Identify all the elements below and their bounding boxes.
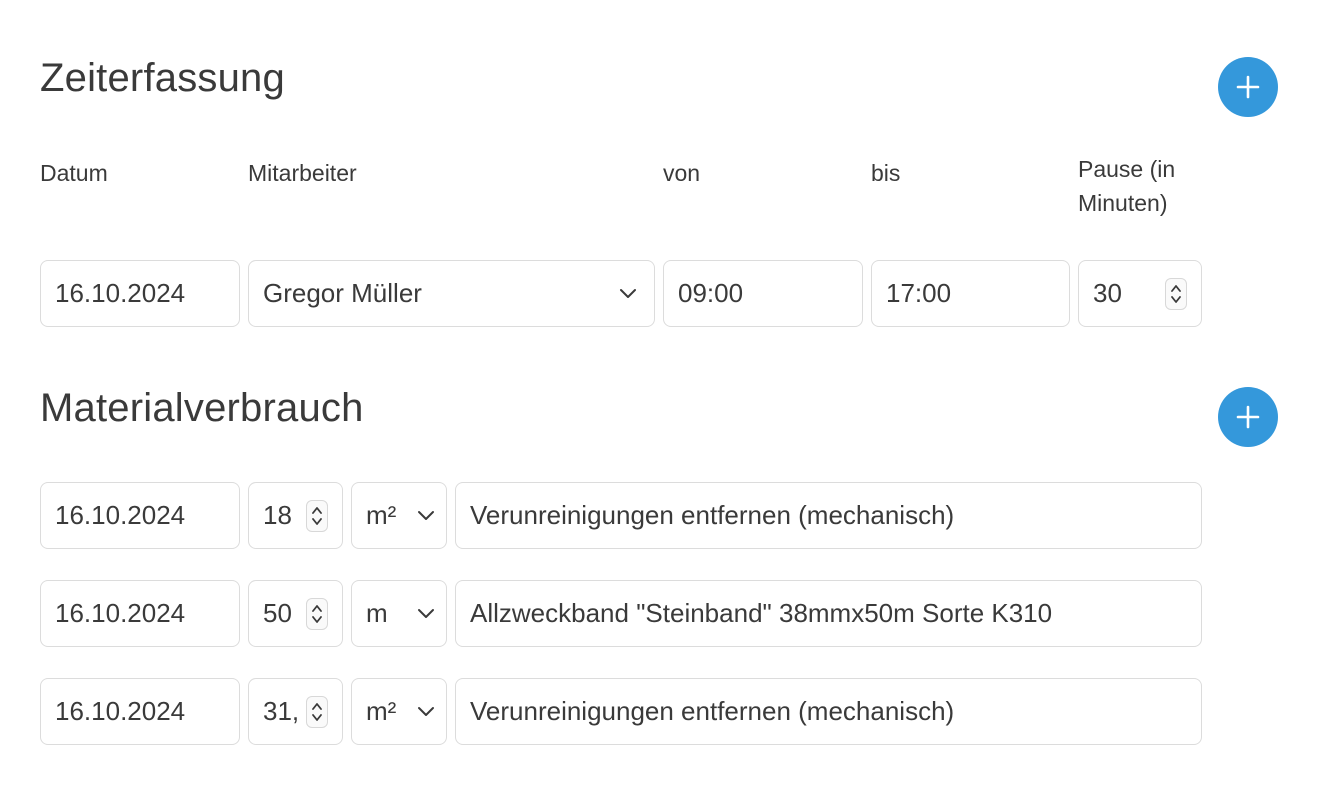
material-quantity-stepper[interactable]: 50 (248, 580, 343, 647)
time-date-field[interactable]: 16.10.2024 (40, 260, 240, 327)
material-description-field[interactable]: Allzweckband "Steinband" 38mmx50m Sorte … (455, 580, 1202, 647)
end-time-field[interactable]: 17:00 (871, 260, 1070, 327)
material-description-field[interactable]: Verunreinigungen entfernen (mechanisch) (455, 678, 1202, 745)
material-unit-select[interactable]: m (351, 580, 447, 647)
material-unit-select[interactable]: m² (351, 482, 447, 549)
start-time-value: 09:00 (678, 278, 744, 308)
employee-select-value: Gregor Müller (263, 278, 422, 308)
column-label-pause-line1: Pause (in (1078, 156, 1176, 182)
material-quantity-value: 50 (263, 598, 292, 628)
material-date-field[interactable]: 16.10.2024 (40, 678, 240, 745)
material-quantity-value: 18 (263, 500, 292, 530)
chevron-down-icon (618, 284, 638, 304)
chevron-down-icon (416, 702, 436, 722)
material-quantity-value: 31, (263, 696, 300, 726)
column-label-pause-line2: Minuten) (1078, 190, 1168, 216)
column-label-bis: bis (871, 160, 901, 186)
material-date-field[interactable]: 16.10.2024 (40, 580, 240, 647)
column-label-pause: Pause (in Minuten) (1078, 152, 1175, 220)
material-description-value: Verunreinigungen entfernen (mechanisch) (470, 500, 955, 530)
material-date-field[interactable]: 16.10.2024 (40, 482, 240, 549)
material-quantity-stepper[interactable]: 18 (248, 482, 343, 549)
materialverbrauch-title: Materialverbrauch (40, 386, 364, 430)
material-unit-value: m² (366, 500, 397, 530)
chevron-down-icon (416, 604, 436, 624)
pause-minutes-value: 30 (1093, 278, 1122, 308)
material-date-value: 16.10.2024 (55, 500, 186, 530)
column-label-datum: Datum (40, 160, 108, 186)
spinner-arrows-icon[interactable] (306, 695, 328, 728)
column-label-von: von (663, 160, 701, 186)
spinner-arrows-icon[interactable] (306, 499, 328, 532)
plus-icon (1236, 75, 1260, 99)
material-description-field[interactable]: Verunreinigungen entfernen (mechanisch) (455, 482, 1202, 549)
add-material-button[interactable] (1218, 387, 1278, 447)
material-unit-value: m (366, 598, 388, 628)
chevron-down-icon (416, 506, 436, 526)
employee-select[interactable]: Gregor Müller (248, 260, 655, 327)
plus-icon (1236, 405, 1260, 429)
zeiterfassung-title: Zeiterfassung (40, 56, 285, 100)
material-unit-value: m² (366, 696, 397, 726)
start-time-field[interactable]: 09:00 (663, 260, 863, 327)
material-description-value: Allzweckband "Steinband" 38mmx50m Sorte … (470, 598, 1053, 628)
end-time-value: 17:00 (886, 278, 952, 308)
page: Zeiterfassung Datum Mitarbeiter von bis … (0, 0, 1318, 790)
add-time-entry-button[interactable] (1218, 57, 1278, 117)
spinner-arrows-icon[interactable] (1165, 277, 1187, 310)
time-date-value: 16.10.2024 (55, 278, 186, 308)
material-quantity-stepper[interactable]: 31, (248, 678, 343, 745)
material-date-value: 16.10.2024 (55, 598, 186, 628)
material-date-value: 16.10.2024 (55, 696, 186, 726)
pause-minutes-stepper[interactable]: 30 (1078, 260, 1202, 327)
spinner-arrows-icon[interactable] (306, 597, 328, 630)
material-unit-select[interactable]: m² (351, 678, 447, 745)
column-label-mitarbeiter: Mitarbeiter (248, 160, 357, 186)
material-description-value: Verunreinigungen entfernen (mechanisch) (470, 696, 955, 726)
